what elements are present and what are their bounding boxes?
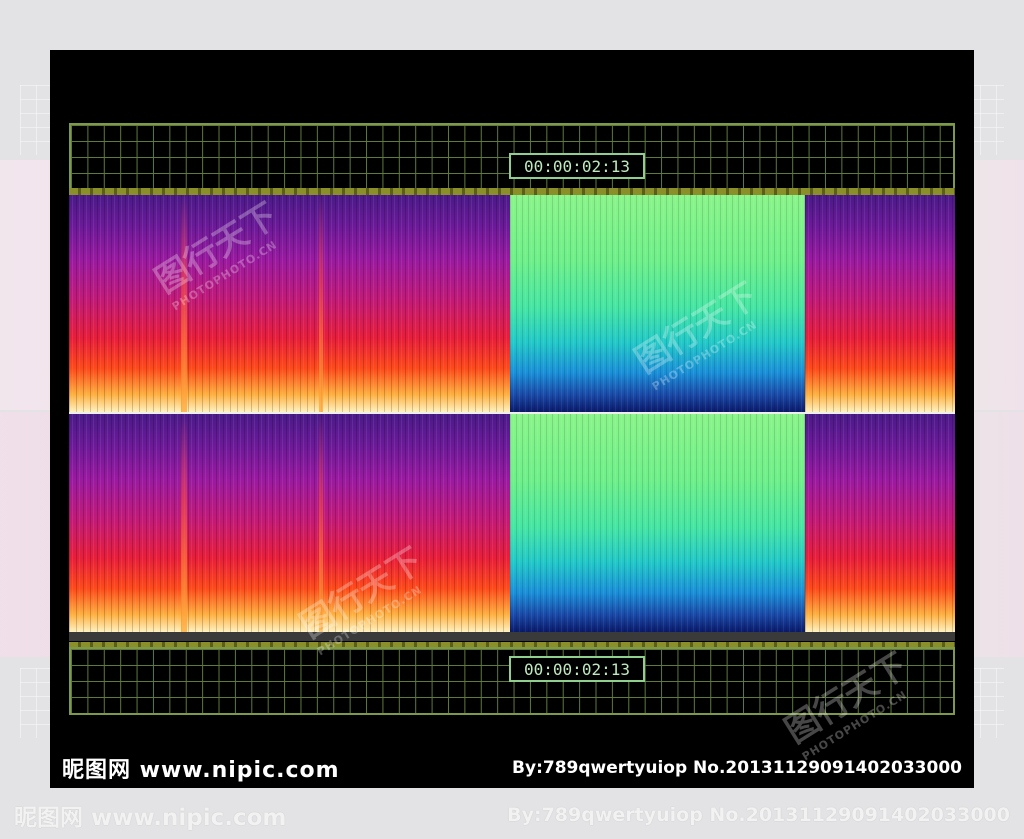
site-brand: 昵图网 www.nipic.com xyxy=(62,758,340,783)
photo-footer: 昵图网 www.nipic.com By:789qwertyuiop No.20… xyxy=(50,753,974,783)
background-footer: 昵图网 www.nipic.com By:789qwertyuiop No.20… xyxy=(0,795,1024,835)
spectral-segment-right xyxy=(805,414,955,632)
spectral-segment-left xyxy=(69,195,510,412)
photo-credit: By:789qwertyuiop No.20131129091402033000 xyxy=(512,758,962,778)
timecode-display-top: 00:00:02:13 xyxy=(509,153,645,179)
transient-streak xyxy=(181,414,187,632)
spectrogram-channel-2 xyxy=(69,414,955,632)
timecode-display-bottom: 00:00:02:13 xyxy=(509,656,645,682)
timeline-ruler-top xyxy=(69,188,955,195)
background-brand: 昵图网 www.nipic.com xyxy=(14,805,287,831)
transient-streak xyxy=(319,195,323,412)
spectral-segment-right xyxy=(805,195,955,412)
selected-region[interactable] xyxy=(510,414,805,632)
spectrogram-photo: 00:00:02:13 00:00:02:13 图行天下 PHOTOPHOTO.C… xyxy=(50,50,974,788)
time-axis xyxy=(69,632,955,641)
spectral-segment-left xyxy=(69,414,510,632)
background-credit: By:789qwertyuiop No.20131129091402033000 xyxy=(507,804,1010,826)
